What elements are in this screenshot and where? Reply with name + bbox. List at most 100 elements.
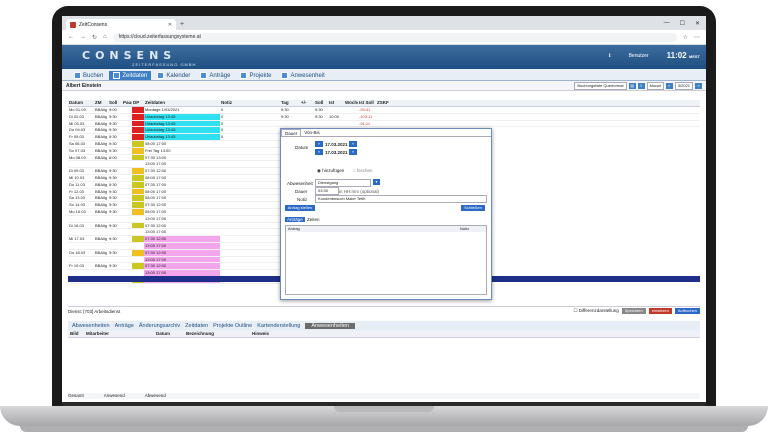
date-from-prev-icon[interactable]: « — [315, 141, 323, 147]
table-row[interactable]: Do 04.03 BBAllg 9:30 Urlaubstag 13:45 0 — [68, 127, 280, 135]
table-row[interactable]: 13:00 17:00 — [68, 216, 280, 223]
radio-add[interactable]: ◉ hinzufügen — [317, 168, 344, 174]
forward-icon[interactable]: → — [80, 34, 86, 40]
request-list: Antrag Notiz — [285, 225, 487, 295]
home-icon[interactable]: ⌂ — [103, 34, 107, 40]
browser-tab[interactable]: ZeitConsens ✕ — [66, 19, 176, 30]
window-controls: — ☐ ✕ — [664, 20, 706, 27]
tab-anwesenheit[interactable]: Anwesenheit — [277, 71, 328, 80]
insert-button[interactable]: einsetzen — [648, 308, 672, 314]
star-icon[interactable]: ☆ — [683, 34, 688, 41]
request-icon — [200, 72, 208, 79]
address-bar-row: ← → ↻ ⌂ https://cloud.zeiterfassungsyste… — [62, 30, 706, 45]
notiz-field[interactable]: Kundenbesuch Maier Tetlh — [315, 195, 487, 203]
table-row[interactable]: Do 11.03 BBAllg 9:30 07:30 17:00 — [68, 181, 280, 189]
date-to[interactable]: 17.03.2021 — [325, 150, 348, 155]
tab-projekte[interactable]: Projekte — [236, 71, 275, 80]
status-row: Dienst: [703] Arbeitsdienst ☐ Differenzd… — [68, 306, 700, 315]
url-field[interactable]: https://cloud.zeiterfassungsysteme.at — [112, 32, 677, 42]
close-tab-icon[interactable]: ✕ — [168, 22, 172, 28]
table-row[interactable]: Do 18.03 BBAllg 9:30 07:30 12:00 — [68, 249, 280, 257]
calendar-icon — [157, 72, 165, 79]
left-table-header: DatumZMSollPauseDPZeitdatenNotiz — [68, 100, 280, 107]
table-row[interactable]: Di 02.03 BBAllg 9:30 Urlaubstag 13:45 0 — [68, 113, 280, 121]
table-row[interactable]: Di 09.03 BBAllg 9:30 07:30 12:00 — [68, 168, 280, 175]
table-row[interactable]: Sa 06.03 BBAllg 9:30 08:00 17:00 — [68, 140, 280, 148]
date-to-prev-icon[interactable]: « — [315, 149, 323, 155]
btab-antraege[interactable]: Anträge — [115, 323, 134, 329]
employee-name: Albert Einstein — [66, 82, 102, 89]
logo-subtitle: ZEITERFASSUNG GMBH — [132, 62, 197, 67]
table-row[interactable]: 13:00 17:00 — [68, 161, 280, 169]
tab-buchen[interactable]: Buchen — [70, 71, 107, 80]
date-field[interactable]: 3/2021 — [674, 81, 693, 90]
table-row[interactable]: Sa 13.03 BBAllg 9:30 08:00 17:00 — [68, 195, 280, 203]
close-window-icon[interactable]: ✕ — [695, 20, 700, 27]
reload-icon[interactable]: ↻ — [92, 34, 97, 41]
table-row[interactable]: 13:00 17:00 — [68, 242, 280, 250]
tab-antraege-sub[interactable]: Anträge — [285, 217, 305, 222]
tab-antraege[interactable]: Anträge — [196, 71, 234, 80]
table-row[interactable]: Mi 10.03 BBAllg 9:30 08:00 17:00 — [68, 174, 280, 182]
dauer-hint: in HH:mm (optional) — [339, 189, 380, 194]
next-icon[interactable]: » — [695, 82, 702, 89]
menu-icon[interactable]: ⋯ — [694, 34, 700, 41]
btab-zeitdaten[interactable]: Zeitdaten — [185, 323, 208, 329]
bottom-footer: Gesamt Anwesend Abwesend — [68, 393, 700, 399]
absence-label: Abwesenheit — [287, 181, 313, 186]
table-row[interactable]: 9:30 9:30 -93:41 — [280, 107, 700, 114]
table-row[interactable]: So 07.03 BBAllg 9:30 Frei Tag 13:00 — [68, 147, 280, 155]
dauer-field[interactable]: 03:30 — [315, 187, 339, 195]
table-row[interactable]: Mo 15.03 BBAllg 9:30 08:00 17:00 — [68, 208, 280, 216]
table-row[interactable]: Mi 03.03 BBAllg 9:30 Urlaubstag 13:45 0 — [68, 120, 280, 128]
tab-dauer[interactable]: Dauer — [281, 129, 302, 136]
table-row[interactable]: 13:00 17:00 — [68, 256, 280, 264]
info-icon[interactable]: ℹ — [609, 53, 611, 59]
table-row[interactable]: 9:30 9:30 10:00 -103:11 — [280, 114, 700, 121]
request-button[interactable]: Antrag stellen — [285, 205, 315, 211]
new-tab-icon[interactable]: + — [180, 19, 184, 30]
prev-icon[interactable]: « — [665, 82, 673, 89]
maximize-icon[interactable]: ☐ — [680, 20, 685, 27]
table-row[interactable]: Di 16.03 BBAllg 9:30 07:30 12:00 — [68, 222, 280, 230]
left-table: DatumZMSollPauseDPZeitdatenNotiz Mo 01.0… — [68, 100, 280, 316]
print-icon[interactable]: ▤ — [628, 82, 636, 89]
date-from-next-icon[interactable]: » — [349, 141, 357, 147]
table-row[interactable]: So 14.03 BBAllg 9:30 07:30 12:00 — [68, 202, 280, 209]
export-icon[interactable]: ⇩ — [637, 82, 645, 89]
close-button[interactable]: Schließen — [461, 205, 485, 211]
btab-anwesenheiten[interactable]: Anwesenheiten — [305, 323, 355, 329]
tab-von-bis[interactable]: Von-Bis — [301, 129, 323, 136]
table-row[interactable]: 13:00 17:00 — [68, 229, 280, 237]
btab-kartenerstellung[interactable]: Kartenderstellung — [257, 323, 300, 329]
btab-abwesenheiten[interactable]: Abwesenheiten — [72, 323, 110, 329]
absence-dropdown-icon[interactable]: ▾ — [373, 179, 380, 185]
table-icon — [113, 72, 121, 79]
datum-label: Datum — [295, 145, 309, 150]
table-row[interactable]: Mi 17.03 BBAllg 9:30 07:30 12:00 — [68, 236, 280, 243]
table-row[interactable]: -91:11 — [280, 121, 700, 128]
radio-delete[interactable]: ○ löschen — [353, 168, 372, 173]
back-icon[interactable]: ← — [68, 34, 74, 40]
btab-projekte-outline[interactable]: Projekte Outline — [213, 323, 252, 329]
table-row[interactable]: Mo 08.03 BBAllg 8:00 07:30 13:00 — [68, 154, 280, 162]
btab-aenderungsarchiv[interactable]: Änderungsarchiv — [139, 323, 180, 329]
tab-zeitdaten[interactable]: Zeitdaten — [109, 71, 152, 80]
date-from[interactable]: 17.03.2021 — [325, 142, 348, 147]
table-row[interactable]: Fr 12.03 BBAllg 9:30 08:00 17:00 — [68, 188, 280, 196]
table-row[interactable]: Mo 01.03 BBAllg 9:00 Montage 1/03/2021 0 — [68, 107, 280, 114]
minimize-icon[interactable]: — — [664, 20, 670, 27]
date-to-next-icon[interactable]: » — [349, 149, 357, 155]
period-select[interactable]: Monat — [646, 81, 664, 90]
tab-zeiten-sub[interactable]: Zeiten — [307, 217, 320, 222]
save-button[interactable]: Speichern — [621, 308, 646, 314]
tab-kalender[interactable]: Kalender — [153, 71, 194, 80]
table-row[interactable]: Fr 05.03 BBAllg 9:30 Urlaubstag 13:45 0 — [68, 134, 280, 141]
difference-checkbox[interactable]: ☐ Differenzdarstellung — [573, 308, 618, 314]
refresh-button[interactable]: Aufbuchen — [674, 308, 700, 314]
browser-tabstrip: ZeitConsens ✕ + — ☐ ✕ — [62, 16, 706, 30]
user-menu[interactable]: Benutzer — [629, 53, 649, 59]
absence-select[interactable]: Dienstgang — [315, 179, 371, 187]
table-row[interactable]: Fr 19.03 BBAllg 9:30 07:30 12:00 — [68, 263, 280, 271]
list-format-select[interactable]: Buchungsliste Querformat — [574, 81, 627, 90]
